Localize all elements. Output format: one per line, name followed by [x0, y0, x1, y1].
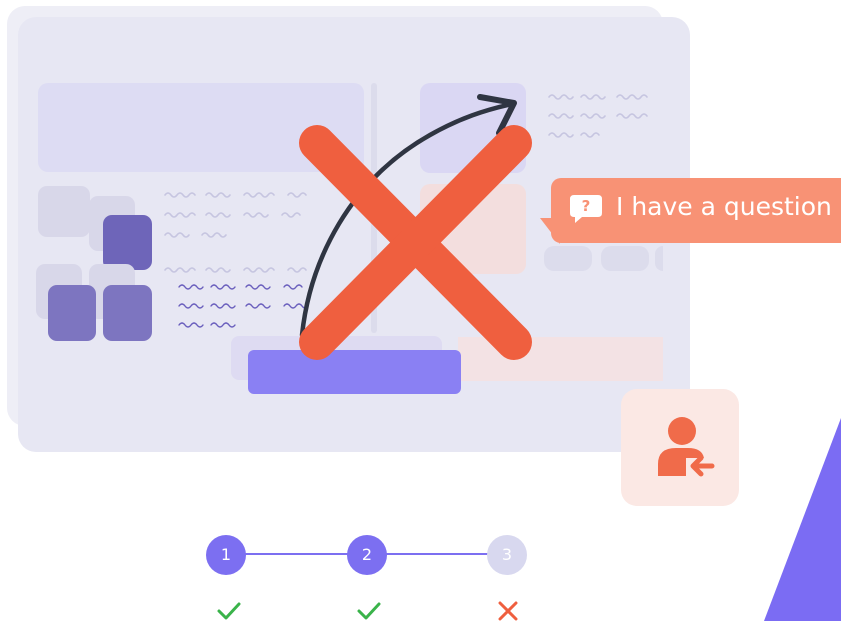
mock-pill [601, 246, 649, 271]
red-x-icon [299, 125, 532, 360]
step-1: 1 [206, 535, 246, 575]
check-icon [357, 602, 381, 620]
step-connector [385, 553, 492, 555]
step-2: 2 [347, 535, 387, 575]
question-bubble-tail [540, 218, 560, 244]
step-connector [245, 553, 350, 555]
cross-icon [498, 601, 518, 621]
mock-text-lines [545, 88, 663, 142]
mock-square [103, 285, 152, 341]
mock-square [48, 285, 96, 341]
agent-transfer-icon [658, 417, 715, 477]
failed-path-overlay [299, 94, 532, 360]
mock-square [103, 215, 152, 270]
decorative-corner-shape [764, 418, 841, 621]
question-chat-icon: ? [570, 195, 602, 223]
question-text: I have a question [616, 192, 832, 221]
svg-text:?: ? [582, 197, 591, 215]
mock-pill [544, 246, 592, 271]
mock-square [38, 186, 90, 237]
mock-pill [655, 246, 663, 271]
check-icon [217, 602, 241, 620]
step-3: 3 [487, 535, 527, 575]
agent-transfer-card [621, 389, 739, 506]
